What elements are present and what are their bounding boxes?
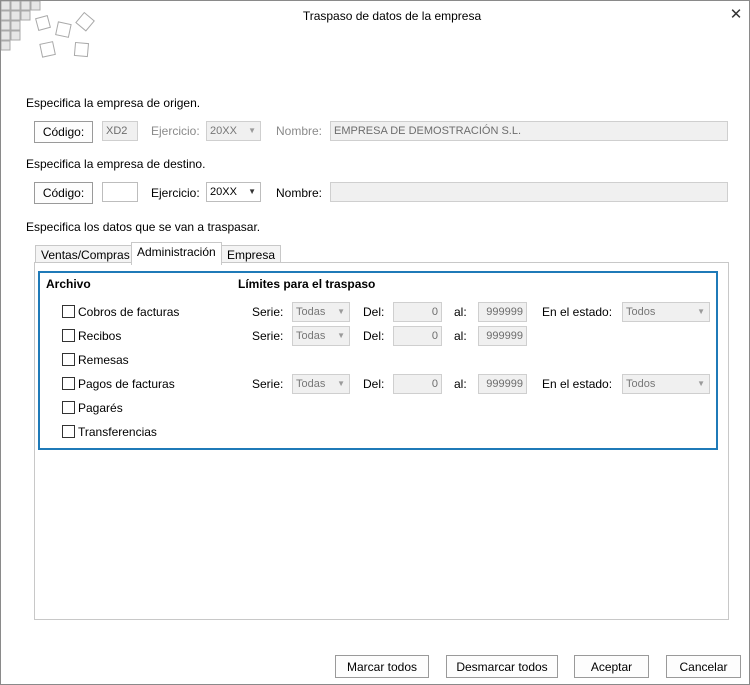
aceptar-button[interactable]: Aceptar <box>574 655 649 678</box>
chevron-down-icon: ▼ <box>337 307 345 316</box>
row-label-pagares: Pagarés <box>78 401 123 415</box>
destino-ejercicio-value: 20XX <box>210 186 237 198</box>
estado-value: Todos <box>626 306 656 318</box>
origen-codigo-field: XD2 <box>102 121 138 141</box>
del-label: Del: <box>363 377 385 391</box>
origen-heading: Especifica la empresa de origen. <box>26 96 201 110</box>
serie-select-recibos: Todas ▼ <box>292 326 350 346</box>
checkbox-cobros-facturas[interactable] <box>62 305 75 318</box>
chevron-down-icon: ▼ <box>697 379 705 388</box>
chevron-down-icon: ▼ <box>697 307 705 316</box>
al-label: al: <box>454 305 467 319</box>
estado-select-pagos: Todos ▼ <box>622 374 710 394</box>
destino-codigo-field[interactable] <box>102 182 138 202</box>
serie-select-cobros: Todas ▼ <box>292 302 350 322</box>
chevron-down-icon: ▼ <box>248 126 256 135</box>
origen-nombre-label: Nombre: <box>276 124 323 138</box>
estado-select-cobros: Todos ▼ <box>622 302 710 322</box>
row-label-transferencias: Transferencias <box>78 425 157 439</box>
row-label-remesas: Remesas <box>78 353 129 367</box>
serie-label: Serie: <box>252 329 284 343</box>
origen-codigo-button[interactable]: Código: <box>34 121 93 143</box>
origen-ejercicio-select: 20XX ▼ <box>206 121 261 141</box>
desmarcar-todos-button[interactable]: Desmarcar todos <box>446 655 558 678</box>
row-label-cobros-facturas: Cobros de facturas <box>78 305 180 319</box>
al-field-pagos: 999999 <box>478 374 527 394</box>
admin-group-box <box>38 271 718 450</box>
checkbox-transferencias[interactable] <box>62 425 75 438</box>
checkbox-pagos-facturas[interactable] <box>62 377 75 390</box>
row-label-pagos-facturas: Pagos de facturas <box>78 377 175 391</box>
al-label: al: <box>454 329 467 343</box>
serie-select-pagos: Todas ▼ <box>292 374 350 394</box>
del-field-cobros: 0 <box>393 302 442 322</box>
dialog-window: Traspaso de datos de la empresa ✕ Especi… <box>0 0 750 685</box>
chevron-down-icon: ▼ <box>248 187 256 196</box>
del-field-pagos: 0 <box>393 374 442 394</box>
tab-administracion[interactable]: Administración <box>131 242 222 265</box>
serie-value: Todas <box>296 330 326 342</box>
row-label-recibos: Recibos <box>78 329 122 343</box>
serie-value: Todas <box>296 306 326 318</box>
estado-label: En el estado: <box>542 377 613 391</box>
window-title: Traspaso de datos de la empresa <box>302 9 482 23</box>
del-label: Del: <box>363 305 385 319</box>
limites-header: Límites para el traspaso <box>238 277 376 291</box>
destino-codigo-button[interactable]: Código: <box>34 182 93 204</box>
del-field-recibos: 0 <box>393 326 442 346</box>
origen-ejercicio-label: Ejercicio: <box>151 124 200 138</box>
serie-value: Todas <box>296 378 326 390</box>
close-icon[interactable]: ✕ <box>726 5 746 25</box>
estado-label: En el estado: <box>542 305 613 319</box>
origen-nombre-field: EMPRESA DE DEMOSTRACIÓN S.L. <box>330 121 728 141</box>
del-label: Del: <box>363 329 385 343</box>
checkbox-pagares[interactable] <box>62 401 75 414</box>
serie-label: Serie: <box>252 305 284 319</box>
destino-ejercicio-select[interactable]: 20XX ▼ <box>206 182 261 202</box>
destino-nombre-label: Nombre: <box>276 186 323 200</box>
origen-ejercicio-value: 20XX <box>210 125 237 137</box>
serie-label: Serie: <box>252 377 284 391</box>
al-label: al: <box>454 377 467 391</box>
destino-nombre-field <box>330 182 728 202</box>
checkbox-remesas[interactable] <box>62 353 75 366</box>
destino-ejercicio-label: Ejercicio: <box>151 186 200 200</box>
marcar-todos-button[interactable]: Marcar todos <box>335 655 429 678</box>
chevron-down-icon: ▼ <box>337 379 345 388</box>
al-field-cobros: 999999 <box>478 302 527 322</box>
cancelar-button[interactable]: Cancelar <box>666 655 741 678</box>
datos-heading: Especifica los datos que se van a traspa… <box>26 220 261 234</box>
destino-heading: Especifica la empresa de destino. <box>26 157 206 171</box>
estado-value: Todos <box>626 378 656 390</box>
al-field-recibos: 999999 <box>478 326 527 346</box>
archivo-header: Archivo <box>46 277 91 291</box>
checkbox-recibos[interactable] <box>62 329 75 342</box>
chevron-down-icon: ▼ <box>337 331 345 340</box>
